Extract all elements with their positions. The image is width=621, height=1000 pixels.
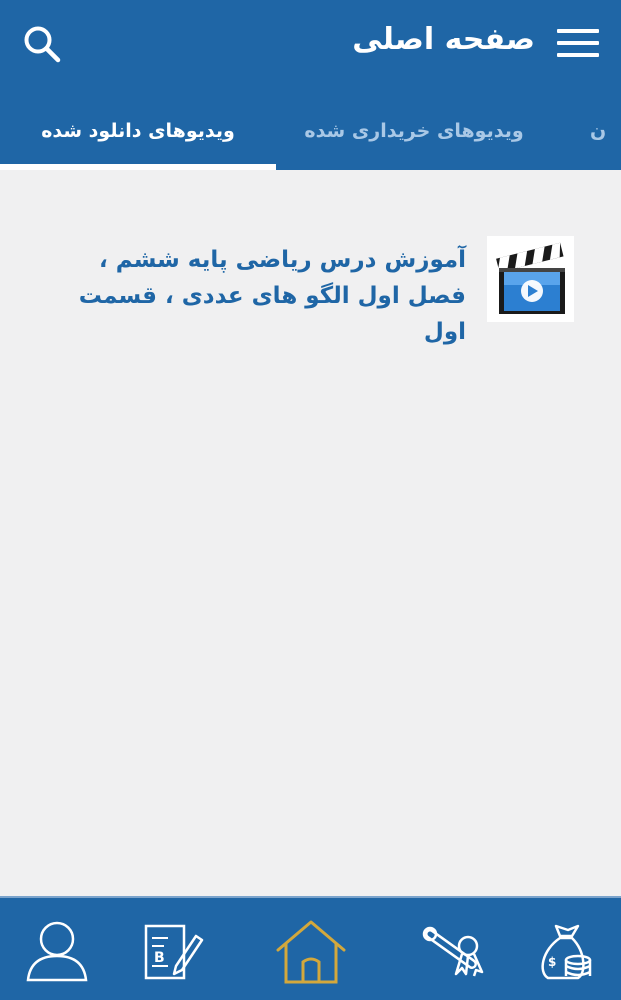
video-title: آموزش درس ریاضی پایه ششم ، فصل اول الگو … bbox=[78, 247, 466, 345]
video-list: آموزش درس ریاضی پایه ششم ، فصل اول الگو … bbox=[0, 170, 621, 896]
svg-text:$: $ bbox=[548, 955, 556, 969]
menu-icon-line bbox=[557, 53, 599, 57]
tab-partial[interactable]: ن bbox=[590, 104, 621, 166]
money-bag-icon: $ bbox=[541, 924, 592, 980]
nav-profile-button[interactable] bbox=[22, 916, 92, 986]
tab-downloaded-videos[interactable]: ویدیوهای دانلود شده bbox=[0, 104, 276, 166]
search-icon bbox=[24, 26, 61, 63]
app-bar: صفحه اصلی ویدیوهای دانلود شده ویدیوهای خ… bbox=[0, 0, 621, 170]
bottom-navigation: B $ bbox=[0, 896, 621, 1000]
diploma-icon bbox=[422, 926, 484, 977]
nav-wallet-button[interactable]: $ bbox=[534, 916, 604, 986]
tab-bar: ویدیوهای دانلود شده ویدیوهای خریداری شده… bbox=[0, 104, 621, 166]
video-list-item[interactable]: آموزش درس ریاضی پایه ششم ، فصل اول الگو … bbox=[40, 234, 580, 345]
svg-text:B: B bbox=[154, 950, 165, 966]
nav-exams-button[interactable]: B bbox=[138, 916, 208, 986]
menu-icon-line bbox=[557, 41, 599, 45]
nav-home-button[interactable] bbox=[274, 916, 346, 986]
edit-document-icon: B bbox=[144, 924, 204, 980]
user-icon bbox=[26, 921, 88, 982]
page-title: صفحه اصلی bbox=[352, 22, 535, 57]
video-thumbnail bbox=[487, 236, 574, 322]
nav-certificates-button[interactable] bbox=[420, 916, 490, 986]
home-icon bbox=[276, 920, 346, 984]
menu-button[interactable] bbox=[557, 26, 599, 60]
menu-icon-line bbox=[557, 29, 599, 33]
video-clapperboard-icon bbox=[496, 242, 565, 314]
search-button[interactable] bbox=[22, 24, 62, 64]
tab-purchased-videos[interactable]: ویدیوهای خریداری شده bbox=[276, 104, 552, 166]
